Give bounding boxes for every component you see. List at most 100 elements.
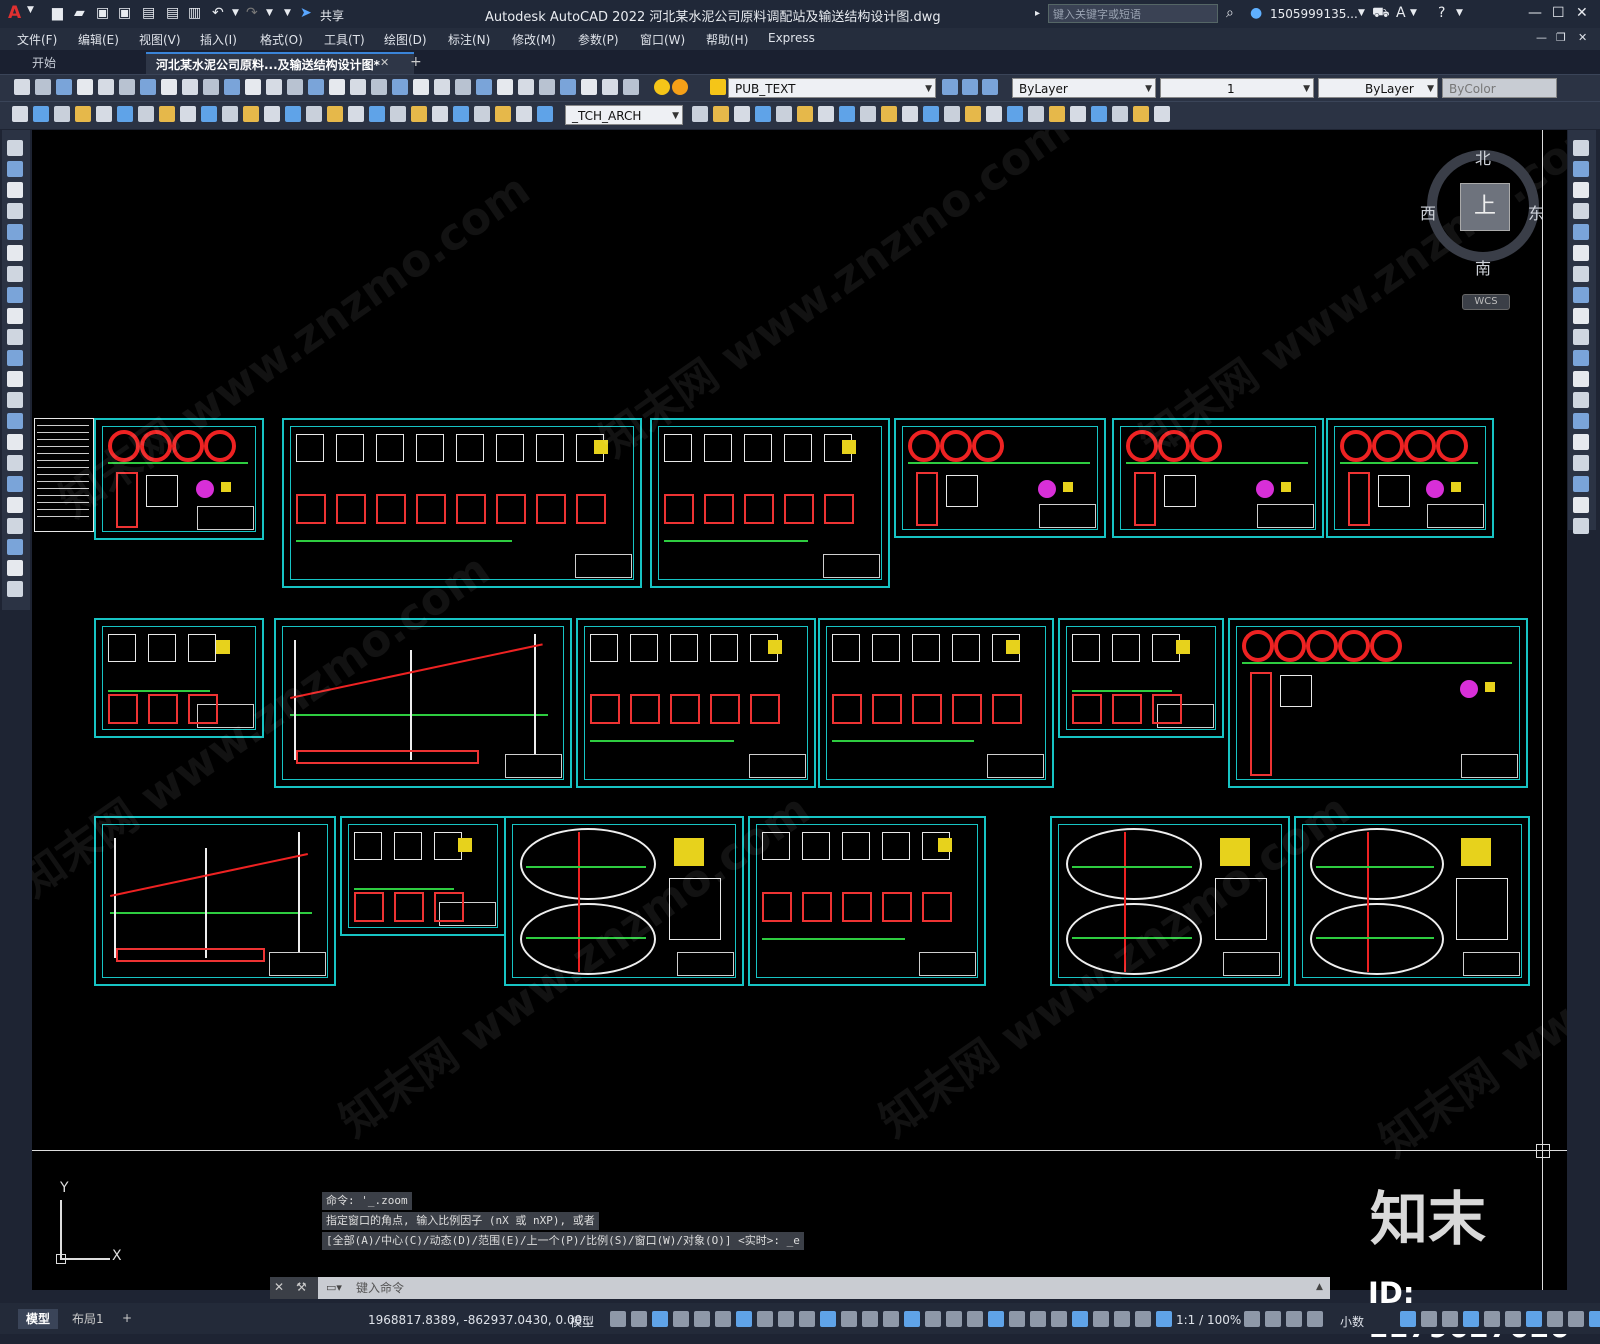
standard-tool-14-icon[interactable] (287, 79, 303, 95)
undo-dropdown-icon[interactable]: ▼ (232, 8, 239, 18)
drawing-sheet[interactable] (1326, 418, 1494, 538)
search-input[interactable]: 键入关键字或短语 (1048, 4, 1218, 23)
layer-properties-icon[interactable] (942, 79, 958, 95)
draw-side-tool-12-icon[interactable] (7, 371, 23, 387)
close-icon[interactable]: ✕ (1576, 5, 1588, 21)
draw-side-tool-14-icon[interactable] (7, 413, 23, 429)
minimize-icon[interactable]: — (1528, 5, 1542, 21)
standard-tool-8-icon[interactable] (161, 79, 177, 95)
status-toggle-20-icon[interactable] (1009, 1311, 1025, 1327)
command-prompt-icon[interactable]: ▭▾ (326, 1281, 342, 1294)
doc-restore-icon[interactable]: ❐ (1556, 31, 1566, 44)
draw-tool-32-icon[interactable] (797, 106, 813, 122)
draw-tool-26-icon[interactable] (537, 106, 553, 122)
standard-tool-13-icon[interactable] (266, 79, 282, 95)
status-toggle-7-icon[interactable] (736, 1311, 752, 1327)
draw-tool-18-icon[interactable] (369, 106, 385, 122)
draw-side-tool-11-icon[interactable] (7, 350, 23, 366)
draw-tool-43-icon[interactable] (1028, 106, 1044, 122)
draw-tool-3-icon[interactable] (54, 106, 70, 122)
status-toggle-26-icon[interactable] (1135, 1311, 1151, 1327)
drawing-sheet[interactable] (94, 618, 264, 738)
draw-tool-22-icon[interactable] (453, 106, 469, 122)
menu-modify[interactable]: 修改(M) (512, 31, 556, 48)
modify-side-tool-16-icon[interactable] (1573, 455, 1589, 471)
coordinate-readout[interactable]: 1968817.8389, -862937.0430, 0.00... (368, 1313, 594, 1327)
standard-tool-25-icon[interactable] (518, 79, 534, 95)
autodesk-app-icon[interactable]: A (1396, 5, 1406, 21)
layer-on-icon[interactable] (654, 79, 670, 95)
standard-tool-7-icon[interactable] (140, 79, 156, 95)
status-extra-5-icon[interactable] (1484, 1311, 1500, 1327)
user-account[interactable]: 1505999135... (1270, 7, 1358, 21)
draw-tool-17-icon[interactable] (348, 106, 364, 122)
status-toggle-11-icon[interactable] (820, 1311, 836, 1327)
standard-tool-19-icon[interactable] (392, 79, 408, 95)
layer-freeze-icon[interactable] (672, 79, 688, 95)
doc-minimize-icon[interactable]: — (1536, 31, 1547, 44)
draw-side-tool-2-icon[interactable] (7, 161, 23, 177)
model-space-viewport[interactable]: 知末网 www.znzmo.com 知末网 www.znzmo.com 知末网 … (32, 130, 1567, 1290)
cart-icon[interactable]: ⛟ (1372, 5, 1390, 23)
layer-dropdown[interactable]: PUB_TEXT ▼ (728, 78, 936, 98)
draw-side-tool-19-icon[interactable] (7, 518, 23, 534)
standard-tool-27-icon[interactable] (560, 79, 576, 95)
draw-tool-15-icon[interactable] (306, 106, 322, 122)
export-icon[interactable]: ▤ (166, 5, 179, 21)
draw-side-tool-18-icon[interactable] (7, 497, 23, 513)
modify-side-tool-14-icon[interactable] (1573, 413, 1589, 429)
help-icon[interactable]: ? (1438, 5, 1445, 21)
command-history-icon[interactable]: ▲ (1316, 1282, 1323, 1292)
modify-side-tool-17-icon[interactable] (1573, 476, 1589, 492)
search-icon[interactable]: ⌕ (1226, 5, 1234, 21)
standard-tool-23-icon[interactable] (476, 79, 492, 95)
draw-tool-48-icon[interactable] (1133, 106, 1149, 122)
draw-tool-35-icon[interactable] (860, 106, 876, 122)
compass-east[interactable]: 东 (1528, 200, 1544, 224)
status-tool-2-icon[interactable] (1265, 1311, 1281, 1327)
linetype-dropdown[interactable]: ByLayer ▼ (1318, 78, 1438, 98)
modify-side-tool-7-icon[interactable] (1573, 266, 1589, 282)
status-toggle-17-icon[interactable] (946, 1311, 962, 1327)
units-indicator[interactable]: 小数 (1340, 1313, 1364, 1330)
menu-tools[interactable]: 工具(T) (324, 31, 365, 48)
status-toggle-25-icon[interactable] (1114, 1311, 1130, 1327)
draw-tool-16-icon[interactable] (327, 106, 343, 122)
status-extra-7-icon[interactable] (1526, 1311, 1542, 1327)
drawing-sheet[interactable] (894, 418, 1106, 538)
status-extra-10-icon[interactable] (1589, 1311, 1600, 1327)
draw-side-tool-8-icon[interactable] (7, 287, 23, 303)
status-toggle-6-icon[interactable] (715, 1311, 731, 1327)
draw-side-tool-9-icon[interactable] (7, 308, 23, 324)
layer-previous-icon[interactable] (962, 79, 978, 95)
modify-side-tool-8-icon[interactable] (1573, 287, 1589, 303)
close-icon[interactable]: ✕ (274, 1280, 284, 1294)
status-toggle-2-icon[interactable] (631, 1311, 647, 1327)
standard-tool-6-icon[interactable] (119, 79, 135, 95)
draw-side-tool-5-icon[interactable] (7, 224, 23, 240)
drawing-sheet[interactable] (340, 816, 506, 936)
standard-tool-22-icon[interactable] (455, 79, 471, 95)
open-file-icon[interactable]: ▰ (74, 5, 85, 21)
help-dropdown-icon[interactable]: ▼ (1456, 8, 1463, 18)
standard-tool-16-icon[interactable] (329, 79, 345, 95)
publish-icon[interactable]: ▤ (142, 5, 155, 21)
draw-tool-44-icon[interactable] (1049, 106, 1065, 122)
drawing-sheet[interactable] (1228, 618, 1528, 788)
status-toggle-13-icon[interactable] (862, 1311, 878, 1327)
status-toggle-21-icon[interactable] (1030, 1311, 1046, 1327)
autocad-logo-icon[interactable]: A (8, 3, 21, 23)
draw-tool-27-icon[interactable] (692, 106, 708, 122)
standard-tool-18-icon[interactable] (371, 79, 387, 95)
draw-tool-40-icon[interactable] (965, 106, 981, 122)
redo-icon[interactable]: ↷ (246, 5, 258, 21)
standard-tool-1-icon[interactable] (14, 79, 30, 95)
draw-side-tool-3-icon[interactable] (7, 182, 23, 198)
draw-tool-30-icon[interactable] (755, 106, 771, 122)
draw-tool-28-icon[interactable] (713, 106, 729, 122)
modify-side-tool-4-icon[interactable] (1573, 203, 1589, 219)
plotstyle-dropdown[interactable]: ByColor (1442, 78, 1557, 98)
draw-tool-5-icon[interactable] (96, 106, 112, 122)
draw-side-tool-21-icon[interactable] (7, 560, 23, 576)
drawing-sheet[interactable] (274, 618, 572, 788)
